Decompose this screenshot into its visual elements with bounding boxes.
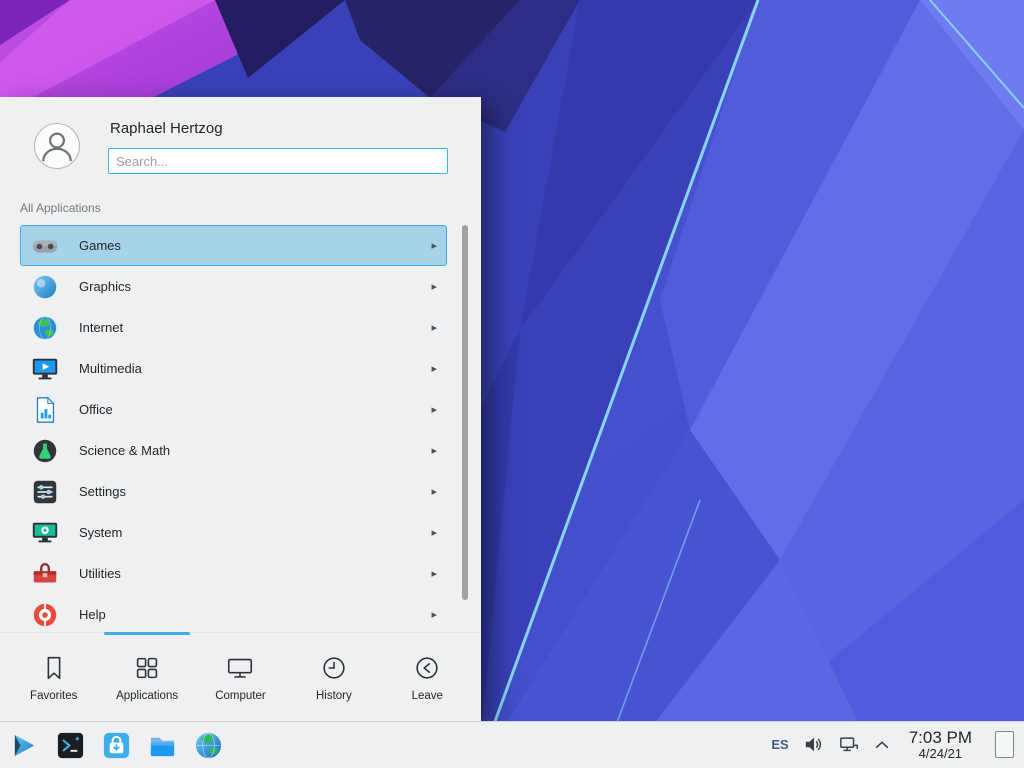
expand-tray-caret-up-icon[interactable] [874, 739, 890, 750]
user-icon [35, 124, 79, 168]
submenu-arrow-icon: ▸ [431, 362, 437, 375]
taskbar-apps [0, 729, 225, 762]
menu-item-label: Multimedia [79, 361, 142, 376]
settings-icon [30, 477, 60, 507]
tab-favorites[interactable]: Favorites [7, 633, 100, 721]
application-launcher: Raphael Hertzog All Applications Games ▸ [0, 97, 481, 721]
taskbar-terminal-button[interactable] [54, 729, 87, 762]
menu-item-science-math[interactable]: Science & Math ▸ [20, 430, 447, 471]
taskbar: ES [0, 721, 1024, 768]
system-icon [30, 518, 60, 548]
menu-item-label: Internet [79, 320, 123, 335]
office-icon [30, 395, 60, 425]
taskbar-browser-button[interactable] [192, 729, 225, 762]
clock-time: 7:03 PM [909, 728, 972, 748]
games-icon [30, 231, 60, 261]
menu-item-label: Science & Math [79, 443, 170, 458]
tab-leave[interactable]: Leave [381, 633, 474, 721]
menu-item-graphics[interactable]: Graphics ▸ [20, 266, 447, 307]
leave-icon [412, 653, 442, 683]
menu-list: Games ▸ Graphics ▸ [0, 221, 481, 632]
submenu-arrow-icon: ▸ [431, 526, 437, 539]
desktop: Raphael Hertzog All Applications Games ▸ [0, 0, 1024, 768]
tab-label: Leave [412, 690, 443, 702]
menu-item-label: Settings [79, 484, 126, 499]
menu-item-system[interactable]: System ▸ [20, 512, 447, 553]
taskbar-files-button[interactable] [146, 729, 179, 762]
submenu-arrow-icon: ▸ [431, 608, 437, 621]
bookmark-icon [39, 653, 69, 683]
menu-item-internet[interactable]: Internet ▸ [20, 307, 447, 348]
app-launcher-button[interactable] [8, 729, 41, 762]
monitor-icon [225, 653, 255, 683]
system-tray: ES [771, 728, 1024, 762]
launcher-header: Raphael Hertzog [0, 97, 481, 185]
tab-applications[interactable]: Applications [100, 633, 193, 721]
terminal-icon [55, 730, 86, 761]
volume-icon[interactable] [804, 735, 824, 754]
graphics-icon [30, 272, 60, 302]
science-icon [30, 436, 60, 466]
tab-label: Computer [215, 690, 266, 702]
launcher-tabs: Favorites Applications [0, 632, 481, 721]
kickoff-icon [9, 730, 40, 761]
user-name: Raphael Hertzog [110, 120, 223, 137]
internet-icon [30, 313, 60, 343]
submenu-arrow-icon: ▸ [431, 321, 437, 334]
network-icon[interactable] [839, 735, 859, 754]
clock-date: 4/24/21 [909, 747, 972, 762]
grid-icon [132, 653, 162, 683]
web-browser-icon [193, 730, 224, 761]
scrollbar[interactable] [462, 225, 468, 600]
menu-item-label: Office [79, 402, 113, 417]
menu-item-help[interactable]: Help ▸ [20, 594, 447, 632]
section-label: All Applications [20, 201, 481, 215]
tab-label: Applications [116, 690, 178, 702]
tab-computer[interactable]: Computer [194, 633, 287, 721]
avatar[interactable] [34, 123, 80, 169]
taskbar-discover-button[interactable] [100, 729, 133, 762]
menu-item-multimedia[interactable]: Multimedia ▸ [20, 348, 447, 389]
file-manager-icon [147, 730, 178, 761]
menu-item-label: Help [79, 607, 106, 622]
multimedia-icon [30, 354, 60, 384]
help-icon [30, 600, 60, 630]
menu-item-label: Games [79, 238, 121, 253]
menu-item-settings[interactable]: Settings ▸ [20, 471, 447, 512]
menu-item-label: System [79, 525, 122, 540]
menu-item-utilities[interactable]: Utilities ▸ [20, 553, 447, 594]
submenu-arrow-icon: ▸ [431, 403, 437, 416]
submenu-arrow-icon: ▸ [431, 444, 437, 457]
clock[interactable]: 7:03 PM 4/24/21 [909, 728, 972, 762]
search-input[interactable] [108, 148, 448, 174]
submenu-arrow-icon: ▸ [431, 567, 437, 580]
tab-history[interactable]: History [287, 633, 380, 721]
clock-icon [319, 653, 349, 683]
discover-icon [101, 730, 132, 761]
menu-item-office[interactable]: Office ▸ [20, 389, 447, 430]
submenu-arrow-icon: ▸ [431, 485, 437, 498]
show-desktop-button[interactable] [995, 731, 1014, 758]
menu-item-label: Graphics [79, 279, 131, 294]
utilities-icon [30, 559, 60, 589]
tab-label: Favorites [30, 690, 77, 702]
keyboard-layout-indicator[interactable]: ES [771, 737, 788, 752]
tab-label: History [316, 690, 352, 702]
menu-item-games[interactable]: Games ▸ [20, 225, 447, 266]
submenu-arrow-icon: ▸ [431, 280, 437, 293]
menu-item-label: Utilities [79, 566, 121, 581]
submenu-arrow-icon: ▸ [431, 239, 437, 252]
